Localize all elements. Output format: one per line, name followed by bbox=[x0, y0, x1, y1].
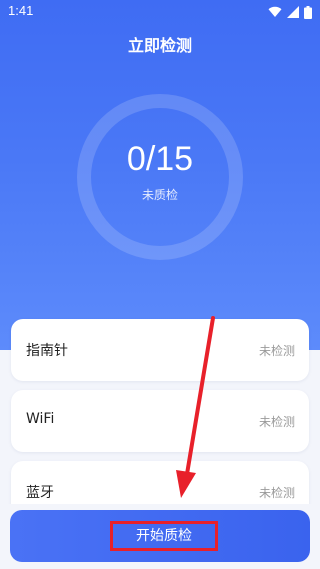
battery-icon bbox=[304, 5, 312, 19]
check-item-state: 未检测 bbox=[258, 415, 295, 429]
page-title: 立即检测 bbox=[127, 36, 192, 55]
status-bar: 1:41 bbox=[0, 0, 320, 24]
signal-icon bbox=[287, 6, 299, 18]
check-item-wifi[interactable]: WiFi 未检测 bbox=[11, 390, 309, 452]
check-item-name: 指南针 bbox=[26, 343, 68, 359]
check-item-name: 蓝牙 bbox=[26, 485, 54, 501]
check-item-name: WiFi bbox=[26, 411, 55, 427]
progress-status: 未质检 bbox=[141, 188, 178, 202]
check-item-compass[interactable]: 指南针 未检测 bbox=[11, 319, 309, 381]
status-time: 1:41 bbox=[8, 3, 34, 18]
check-item-state: 未检测 bbox=[258, 486, 295, 500]
check-item-state: 未检测 bbox=[258, 344, 295, 358]
wifi-icon bbox=[268, 6, 282, 18]
progress-count: 0/15 bbox=[126, 140, 194, 178]
status-icons bbox=[268, 5, 312, 19]
start-inspection-label: 开始质检 bbox=[110, 521, 218, 551]
